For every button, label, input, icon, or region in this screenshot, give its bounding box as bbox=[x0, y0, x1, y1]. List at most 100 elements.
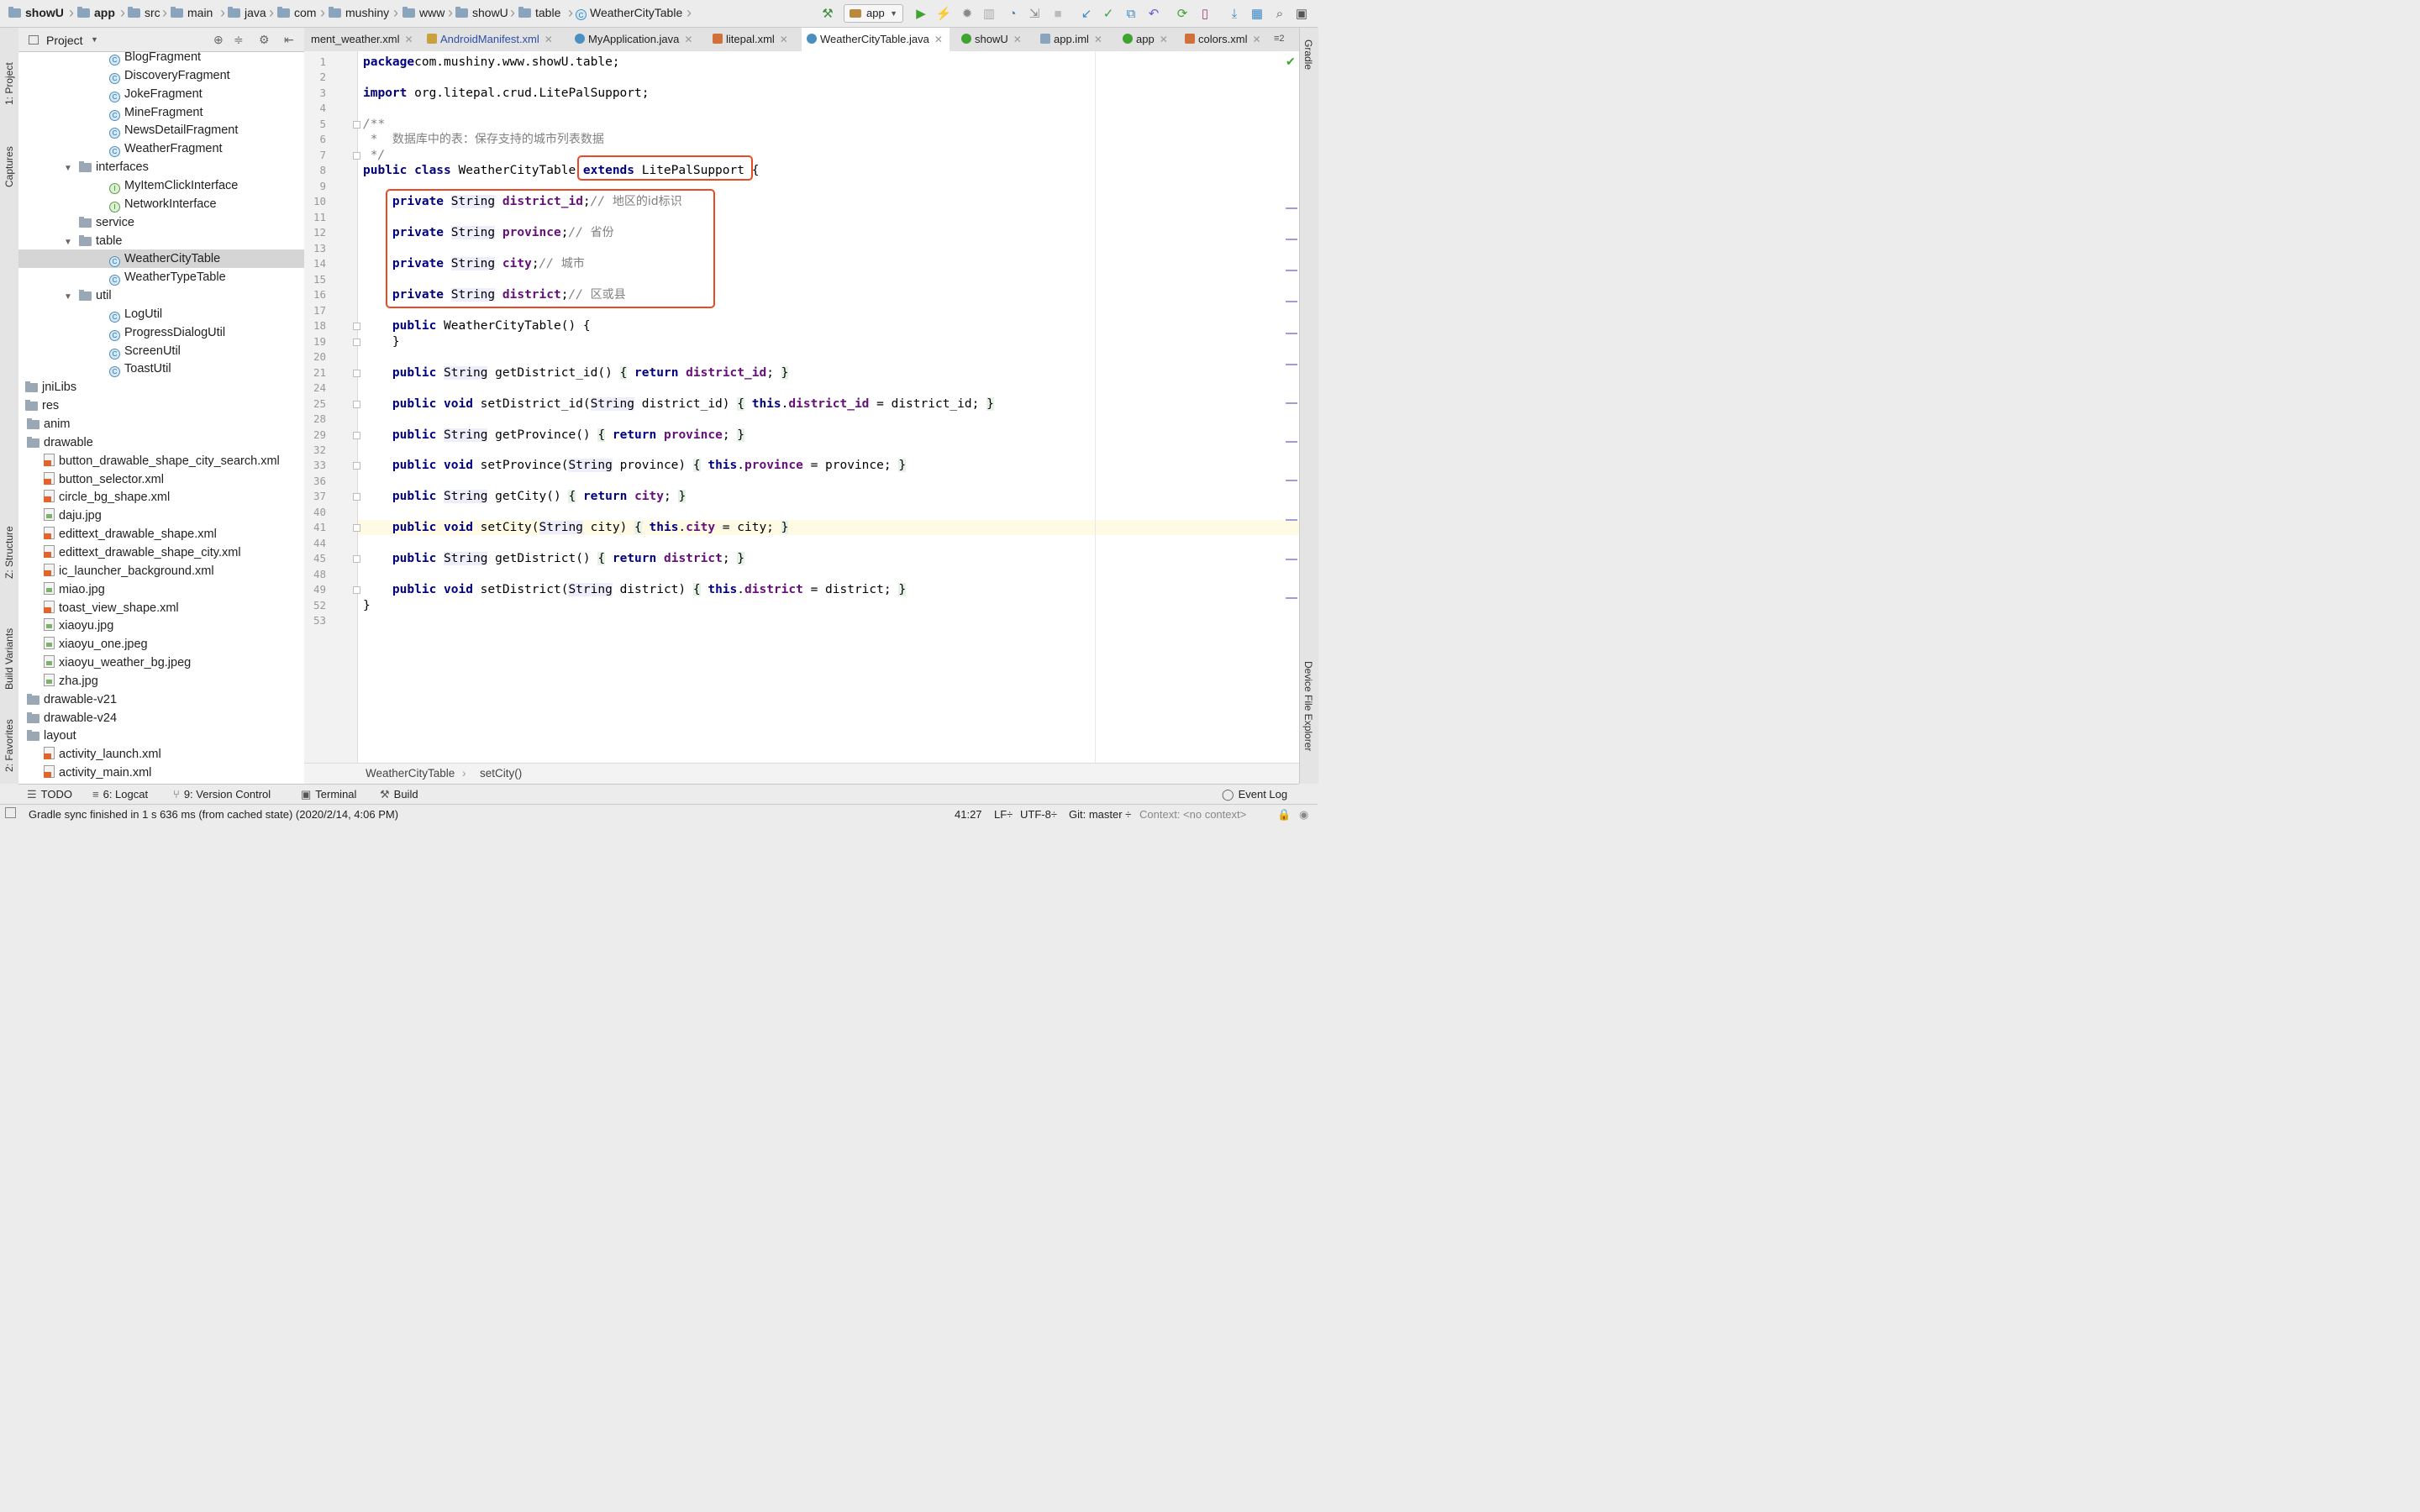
tool-tab-project[interactable]: 1: Project bbox=[0, 34, 18, 110]
tool-terminal[interactable]: ▣ Terminal bbox=[301, 788, 356, 801]
vcs-update-icon[interactable]: ↙ bbox=[1079, 6, 1094, 21]
tree-item[interactable]: jniLibs bbox=[18, 378, 304, 396]
layout-inspector-icon[interactable]: ▣ bbox=[1294, 6, 1309, 21]
tree-item[interactable]: C LogUtil bbox=[18, 305, 304, 323]
tree-item[interactable]: layout bbox=[18, 727, 304, 745]
context-indicator[interactable]: Context: <no context> bbox=[1139, 808, 1246, 821]
code-line[interactable]: /** bbox=[363, 117, 385, 132]
tree-item[interactable]: C WeatherTypeTable bbox=[18, 268, 304, 286]
tree-item[interactable]: button_selector.xml bbox=[18, 470, 304, 489]
tool-tab-structure[interactable]: Z: Structure bbox=[0, 498, 18, 582]
breadcrumb-class[interactable]: WeatherCityTable bbox=[366, 767, 455, 780]
fold-marker[interactable] bbox=[353, 151, 360, 160]
editor-tab[interactable]: WeatherCityTable.java ✕ bbox=[802, 28, 950, 51]
editor-tab[interactable]: litepal.xml ✕ bbox=[708, 28, 795, 51]
tree-item[interactable]: drawable-v24 bbox=[18, 709, 304, 727]
file-encoding[interactable]: UTF-8÷ bbox=[1020, 808, 1057, 821]
close-icon[interactable]: ✕ bbox=[544, 34, 553, 45]
code-line[interactable]: public String getCity() { return city; } bbox=[363, 489, 687, 504]
run-icon[interactable]: ▶ bbox=[913, 6, 929, 21]
editor-tab[interactable]: showU ✕ bbox=[956, 28, 1028, 51]
tree-item[interactable]: ▼ util bbox=[18, 286, 304, 305]
code-line[interactable]: * 数据库中的表：保存支持的城市列表数据 bbox=[363, 132, 604, 147]
tree-item[interactable]: I MyItemClickInterface bbox=[18, 176, 304, 195]
project-structure-icon[interactable]: ▦ bbox=[1249, 6, 1265, 21]
tool-version-control[interactable]: ⑂ 9: Version Control bbox=[173, 788, 271, 801]
tool-todo[interactable]: ☰ TODO bbox=[27, 788, 72, 801]
tree-item[interactable]: C ScreenUtil bbox=[18, 342, 304, 360]
tree-item[interactable]: C MineFragment bbox=[18, 103, 304, 122]
code-line[interactable]: public WeatherCityTable() { bbox=[363, 318, 591, 333]
compare-icon[interactable]: ⧉ bbox=[1123, 6, 1139, 21]
sdk-manager-icon[interactable]: ⤓ bbox=[1227, 6, 1242, 21]
tree-item[interactable]: miao.jpg bbox=[18, 580, 304, 599]
tree-item[interactable]: C JokeFragment bbox=[18, 85, 304, 103]
lock-icon[interactable]: 🔒 bbox=[1277, 808, 1291, 822]
fold-marker[interactable] bbox=[353, 493, 360, 501]
tree-item[interactable]: C WeatherCityTable bbox=[18, 249, 304, 269]
tool-tab-device-file-explorer[interactable]: Device File Explorer bbox=[1300, 658, 1318, 784]
fold-marker[interactable] bbox=[353, 323, 360, 331]
caret-position[interactable]: 41:27 bbox=[955, 808, 982, 821]
tree-item[interactable]: circle_bg_shape.xml bbox=[18, 488, 304, 507]
tool-tab-build-variants[interactable]: Build Variants bbox=[0, 599, 18, 691]
fold-marker[interactable] bbox=[353, 555, 360, 564]
tool-logcat[interactable]: ≡ 6: Logcat bbox=[92, 788, 148, 801]
tree-item[interactable]: edittext_drawable_shape_city.xml bbox=[18, 543, 304, 562]
avd-manager-icon[interactable]: ▯ bbox=[1197, 6, 1213, 21]
tree-item[interactable]: xiaoyu_weather_bg.jpeg bbox=[18, 654, 304, 672]
search-icon[interactable]: ⌕ bbox=[1272, 6, 1287, 21]
fold-marker[interactable] bbox=[353, 369, 360, 377]
code-line[interactable]: packagecom.mushiny.www.showU.table; bbox=[363, 55, 620, 70]
tree-item[interactable]: xiaoyu.jpg bbox=[18, 617, 304, 635]
editor-tab[interactable]: colors.xml ✕ bbox=[1180, 28, 1281, 51]
fold-marker[interactable] bbox=[353, 462, 360, 470]
code-line[interactable]: public void setCity(String city) { this.… bbox=[363, 520, 789, 535]
gear-icon[interactable]: ⚙ bbox=[259, 33, 270, 47]
fold-marker[interactable] bbox=[353, 400, 360, 408]
tree-item[interactable]: button_drawable_shape_city_search.xml bbox=[18, 452, 304, 470]
tree-item[interactable]: drawable bbox=[18, 433, 304, 452]
tool-build[interactable]: ⚒ Build bbox=[380, 788, 418, 801]
toggle-panels-icon[interactable] bbox=[5, 807, 16, 818]
run-configuration-select[interactable]: app ▼ bbox=[844, 4, 903, 23]
inspector-icon[interactable]: ◉ bbox=[1299, 808, 1308, 822]
fold-marker[interactable] bbox=[353, 431, 360, 439]
tool-tab-favorites[interactable]: 2: Favorites bbox=[0, 700, 18, 775]
project-panel-title[interactable]: Project bbox=[46, 34, 83, 47]
tree-item[interactable]: C ProgressDialogUtil bbox=[18, 323, 304, 342]
code-line[interactable]: public String getProvince() { return pro… bbox=[363, 428, 745, 443]
code-line[interactable]: public void setProvince(String province)… bbox=[363, 458, 907, 473]
tree-item[interactable]: zha.jpg bbox=[18, 672, 304, 690]
nav-crumb[interactable]: C WeatherCityTable bbox=[576, 6, 682, 20]
vcs-commit-icon[interactable]: ✓ bbox=[1101, 6, 1116, 21]
code-line[interactable]: */ bbox=[363, 148, 385, 163]
close-icon[interactable]: ✕ bbox=[780, 34, 788, 45]
sync-gradle-icon[interactable]: ⟳ bbox=[1175, 6, 1190, 21]
tree-item[interactable]: edittext_drawable_shape.xml bbox=[18, 525, 304, 543]
tool-tab-gradle[interactable]: Gradle bbox=[1300, 34, 1318, 85]
code-line[interactable]: } bbox=[363, 334, 400, 349]
nav-crumb[interactable]: java bbox=[228, 6, 266, 19]
tree-item[interactable]: C NewsDetailFragment bbox=[18, 121, 304, 139]
code-line[interactable]: public String getDistrict() { return dis… bbox=[363, 551, 745, 566]
hide-panel-icon[interactable]: ⇤ bbox=[284, 33, 294, 47]
nav-crumb[interactable]: mushiny bbox=[329, 6, 389, 19]
breadcrumb-method[interactable]: setCity() bbox=[480, 767, 522, 780]
nav-crumb[interactable]: main bbox=[171, 6, 213, 19]
tool-tab-captures[interactable]: Captures bbox=[0, 120, 18, 187]
attach-debugger-icon[interactable]: ⇲ bbox=[1027, 6, 1042, 21]
chevron-down-icon[interactable]: ▼ bbox=[91, 35, 98, 44]
fold-marker[interactable] bbox=[353, 338, 360, 346]
close-icon[interactable]: ✕ bbox=[684, 34, 692, 45]
tree-item[interactable]: C DiscoveryFragment bbox=[18, 66, 304, 85]
debug-icon[interactable]: ✹ bbox=[960, 6, 975, 21]
tree-item[interactable]: daju.jpg bbox=[18, 507, 304, 525]
code-editor[interactable]: 1 2 3 4 5 6 7 8 9 10 11 12 13 14 15 16 17 18 19 20 21 24 25 28 2… bbox=[304, 51, 1299, 763]
close-icon[interactable]: ✕ bbox=[1160, 34, 1168, 45]
tree-item[interactable]: C ToastUtil bbox=[18, 360, 304, 378]
fold-marker[interactable] bbox=[353, 120, 360, 129]
code-line[interactable]: import org.litepal.crud.LitePalSupport; bbox=[363, 86, 649, 101]
code-line[interactable]: } bbox=[363, 598, 371, 613]
editor-tab[interactable]: ment_weather.xml ✕ bbox=[306, 28, 415, 51]
